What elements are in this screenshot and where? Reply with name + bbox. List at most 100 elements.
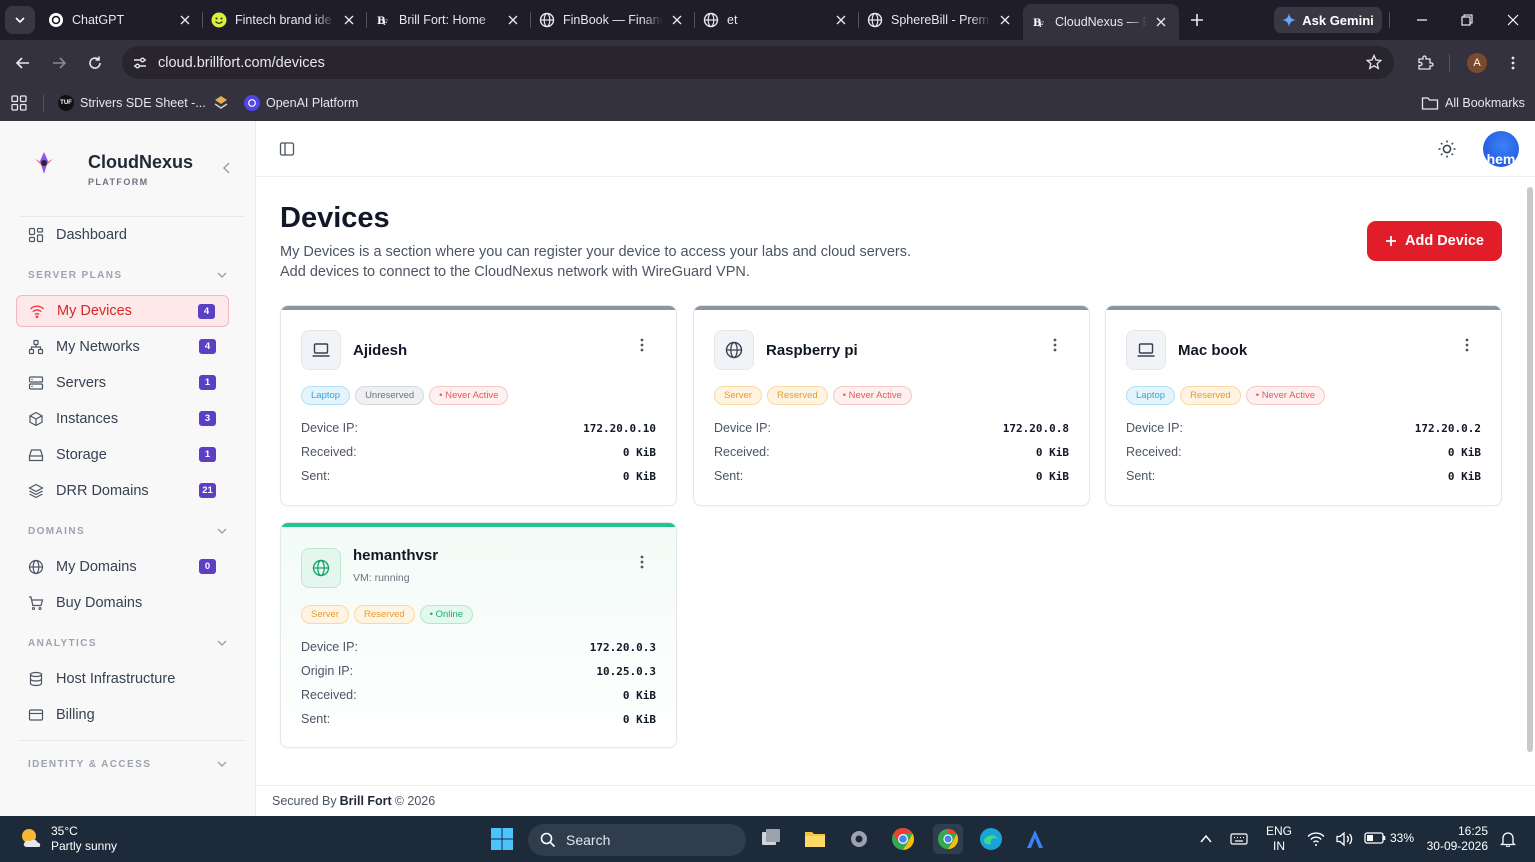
- device-name: Raspberry pi: [766, 342, 858, 359]
- sidebar-item-my-networks[interactable]: My Networks 4: [16, 331, 229, 363]
- sidebar-item-my-devices[interactable]: My Devices 4: [16, 295, 229, 327]
- sidebar-item-host-infrastructure[interactable]: Host Infrastructure: [16, 663, 229, 695]
- wifi-icon[interactable]: [1307, 831, 1325, 847]
- battery-indicator[interactable]: 33%: [1364, 831, 1414, 845]
- tab-search-button[interactable]: [5, 6, 35, 34]
- sidebar-item-my-domains[interactable]: My Domains 0: [16, 551, 229, 583]
- wifi-icon: [29, 303, 45, 319]
- settings-gear-icon[interactable]: [845, 825, 873, 853]
- omnibox[interactable]: cloud.brillfort.com/devices: [122, 46, 1394, 79]
- tab-cloudnexus[interactable]: BF CloudNexus — E: [1023, 4, 1179, 40]
- close-icon: [1507, 14, 1519, 26]
- taskbar-search[interactable]: Search: [528, 824, 746, 856]
- info-row: Sent: 0 KiB: [301, 466, 656, 486]
- restore-button[interactable]: [1457, 10, 1477, 30]
- clock[interactable]: 16:25 30-09-2026: [1420, 824, 1488, 854]
- sidebar-item-servers[interactable]: Servers 1: [16, 367, 229, 399]
- device-menu-button[interactable]: [634, 554, 650, 570]
- section-server-plans[interactable]: SERVER PLANS: [28, 269, 228, 281]
- task-view-icon[interactable]: [757, 825, 785, 853]
- close-tab-icon[interactable]: [177, 12, 193, 28]
- windows-start-icon[interactable]: [488, 825, 516, 853]
- notification-bell-icon[interactable]: [1500, 831, 1516, 847]
- bookmark-strivers[interactable]: TUF Strivers SDE Sheet -...: [58, 95, 206, 111]
- forward-button[interactable]: [47, 51, 71, 75]
- sidebar-item-label: My Devices: [57, 303, 132, 319]
- divider: [43, 95, 44, 112]
- close-tab-icon[interactable]: [341, 12, 357, 28]
- device-card[interactable]: hemanthvsr VM: running Server Reserved •…: [280, 522, 677, 748]
- device-tags: Server Reserved • Online: [301, 605, 474, 624]
- page-scrollbar[interactable]: [1527, 187, 1533, 752]
- bookmark-icon-only[interactable]: [213, 95, 229, 111]
- back-button[interactable]: [11, 51, 35, 75]
- edge-icon[interactable]: [977, 825, 1005, 853]
- extensions-button[interactable]: [1413, 51, 1437, 75]
- device-menu-button[interactable]: [1047, 337, 1063, 353]
- browser-menu-button[interactable]: [1501, 51, 1525, 75]
- tab-brillfort-home[interactable]: BF Brill Fort: Home: [367, 0, 531, 40]
- file-explorer-icon[interactable]: [801, 825, 829, 853]
- sidebar-item-buy-domains[interactable]: Buy Domains: [16, 587, 229, 619]
- sidebar-item-instances[interactable]: Instances 3: [16, 403, 229, 435]
- sidebar-item-dashboard[interactable]: Dashboard: [16, 219, 229, 251]
- device-menu-button[interactable]: [1459, 337, 1475, 353]
- device-card[interactable]: Mac book Laptop Reserved • Never Active …: [1105, 305, 1502, 506]
- keyboard-icon[interactable]: [1230, 832, 1248, 846]
- chrome-icon[interactable]: [889, 825, 917, 853]
- card-icon: [28, 707, 44, 723]
- close-tab-icon[interactable]: [997, 12, 1013, 28]
- collapse-sidebar-button[interactable]: [221, 161, 233, 175]
- close-window-button[interactable]: [1503, 10, 1523, 30]
- tab-finbook[interactable]: FinBook — Financ: [531, 0, 695, 40]
- section-domains[interactable]: DOMAINS: [28, 525, 228, 537]
- weather-widget[interactable]: 35°C Partly sunny: [51, 824, 117, 854]
- sidebar-item-label: Storage: [56, 447, 107, 463]
- close-tab-icon[interactable]: [669, 12, 685, 28]
- sidebar-item-billing[interactable]: Billing: [16, 699, 229, 731]
- chrome-active-icon[interactable]: [933, 824, 963, 854]
- device-card[interactable]: Raspberry pi Server Reserved • Never Act…: [693, 305, 1090, 506]
- site-settings-icon[interactable]: [132, 55, 148, 71]
- sidebar-item-drr-domains[interactable]: DRR Domains 21: [16, 475, 229, 507]
- vscode-like-icon[interactable]: [1021, 825, 1049, 853]
- tab-fintech[interactable]: Fintech brand ide: [203, 0, 367, 40]
- bookmark-star-icon[interactable]: [1366, 54, 1382, 70]
- tab-spherebill[interactable]: SphereBill - Prem: [859, 0, 1023, 40]
- user-avatar[interactable]: hem: [1483, 131, 1519, 167]
- info-value: 0 KiB: [1447, 445, 1481, 459]
- ask-gemini-button[interactable]: Ask Gemini: [1274, 7, 1382, 33]
- tray-chevron-up-icon[interactable]: [1199, 832, 1213, 846]
- device-menu-button[interactable]: [634, 337, 650, 353]
- add-device-button[interactable]: Add Device: [1367, 221, 1502, 261]
- profile-avatar[interactable]: A: [1467, 53, 1487, 73]
- close-tab-icon[interactable]: [1153, 14, 1169, 30]
- section-identity-access[interactable]: IDENTITY & ACCESS: [28, 758, 228, 770]
- brillfort-icon: BF: [375, 12, 391, 28]
- language-indicator[interactable]: ENG IN: [1266, 824, 1292, 854]
- minimize-button[interactable]: [1412, 10, 1432, 30]
- toggle-sidebar-button[interactable]: [279, 141, 295, 157]
- weather-icon[interactable]: [18, 825, 46, 853]
- theme-toggle-button[interactable]: [1437, 139, 1457, 159]
- url-text[interactable]: cloud.brillfort.com/devices: [158, 55, 325, 71]
- volume-icon[interactable]: [1335, 831, 1353, 847]
- all-bookmarks-button[interactable]: All Bookmarks: [1421, 95, 1525, 111]
- close-tab-icon[interactable]: [833, 12, 849, 28]
- globe-icon: [28, 559, 44, 575]
- bookmark-openai[interactable]: OpenAI Platform: [244, 95, 358, 111]
- device-card[interactable]: Ajidesh Laptop Unreserved • Never Active…: [280, 305, 677, 506]
- sidebar-item-storage[interactable]: Storage 1: [16, 439, 229, 471]
- apps-button[interactable]: [11, 95, 27, 111]
- section-analytics[interactable]: ANALYTICS: [28, 637, 228, 649]
- new-tab-button[interactable]: [1181, 4, 1213, 36]
- address-bar-row: cloud.brillfort.com/devices A: [0, 40, 1535, 86]
- tab-et[interactable]: et: [695, 0, 859, 40]
- close-tab-icon[interactable]: [505, 12, 521, 28]
- tab-chatgpt[interactable]: ChatGPT: [40, 0, 203, 40]
- tab-title: FinBook — Financ: [563, 13, 663, 27]
- info-value: 172.20.0.3: [589, 640, 656, 654]
- sidebar-item-label: Host Infrastructure: [56, 671, 176, 687]
- sidebar-item-label: Dashboard: [56, 227, 127, 243]
- reload-button[interactable]: [83, 51, 107, 75]
